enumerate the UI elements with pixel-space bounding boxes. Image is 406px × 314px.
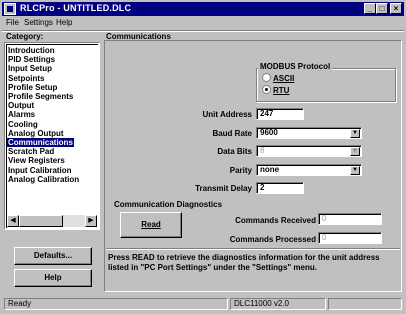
- category-item[interactable]: Analog Output: [7, 129, 65, 138]
- baud-rate-label: Baud Rate: [212, 129, 252, 138]
- category-item[interactable]: View Registers: [7, 156, 66, 165]
- scrollbar-thumb[interactable]: [19, 215, 63, 227]
- menu-settings[interactable]: Settings: [24, 18, 53, 27]
- status-bar: Ready DLC11000 v2.0: [2, 296, 404, 312]
- category-item[interactable]: Output: [7, 101, 35, 110]
- read-button[interactable]: Read: [120, 212, 182, 238]
- category-label: Category:: [6, 32, 44, 41]
- menu-help[interactable]: Help: [56, 18, 72, 27]
- diagnostics-description: Press READ to retrieve the diagnostics i…: [108, 253, 380, 272]
- diagnostics-title: Communication Diagnostics: [114, 200, 223, 209]
- radio-rtu-label: RTU: [273, 86, 290, 95]
- data-bits-value: 8: [260, 146, 265, 155]
- baud-rate-value: 9600: [260, 128, 278, 137]
- diagnostics-divider: [106, 248, 400, 250]
- category-item[interactable]: Input Setup: [7, 64, 53, 73]
- transmit-delay-label: Transmit Delay: [195, 184, 252, 193]
- menu-bar: File Settings Help: [2, 17, 404, 30]
- close-button[interactable]: ×: [390, 3, 402, 14]
- parity-label: Parity: [229, 166, 252, 175]
- category-item[interactable]: Scratch Pad: [7, 147, 55, 156]
- radio-rtu[interactable]: RTU: [262, 85, 289, 95]
- category-item[interactable]: Profile Segments: [7, 92, 74, 101]
- title-bar[interactable]: RLCPro - UNTITLED.DLC _ □ ×: [2, 2, 404, 16]
- application-window: RLCPro - UNTITLED.DLC _ □ × File Setting…: [0, 0, 406, 314]
- category-item[interactable]: Analog Calibration: [7, 175, 80, 184]
- data-bits-label: Data Bits: [217, 147, 252, 156]
- commands-processed-field: 0: [318, 232, 382, 244]
- maximize-button[interactable]: □: [376, 3, 388, 14]
- radio-ascii-indicator: [262, 73, 271, 82]
- scroll-right-icon[interactable]: ▶: [85, 215, 97, 227]
- parity-value: none: [260, 165, 280, 174]
- radio-ascii[interactable]: ASCII: [262, 73, 294, 83]
- transmit-delay-input[interactable]: 2: [256, 182, 304, 194]
- status-text: Ready: [4, 298, 228, 310]
- category-item[interactable]: Communications: [7, 138, 74, 147]
- menu-divider: [2, 30, 404, 32]
- category-item[interactable]: Introduction: [7, 46, 56, 55]
- help-button[interactable]: Help: [14, 269, 92, 287]
- radio-rtu-indicator: [262, 85, 271, 94]
- commands-processed-label: Commands Processed: [229, 235, 316, 244]
- category-item[interactable]: Cooling: [7, 120, 39, 129]
- category-item[interactable]: Input Calibration: [7, 166, 73, 175]
- category-item[interactable]: Setpoints: [7, 74, 45, 83]
- chevron-down-icon: ▼: [350, 147, 360, 156]
- status-empty-cell: [328, 298, 402, 310]
- window-title: RLCPro - UNTITLED.DLC: [20, 3, 132, 13]
- chevron-down-icon[interactable]: ▼: [350, 129, 360, 138]
- category-list[interactable]: Introduction PID Settings Input Setup Setpo…: [4, 42, 100, 230]
- category-item[interactable]: PID Settings: [7, 55, 56, 64]
- unit-address-label: Unit Address: [202, 110, 253, 119]
- app-icon[interactable]: [4, 3, 16, 15]
- baud-rate-select[interactable]: 9600 ▼: [256, 127, 362, 139]
- menu-file[interactable]: File: [6, 18, 19, 27]
- status-version: DLC11000 v2.0: [230, 298, 326, 310]
- data-bits-select: 8 ▼: [256, 145, 362, 157]
- minimize-button[interactable]: _: [364, 3, 376, 14]
- category-item[interactable]: Profile Setup: [7, 83, 58, 92]
- defaults-button[interactable]: Defaults...: [14, 247, 92, 265]
- commands-received-label: Commands Received: [235, 216, 316, 225]
- commands-received-field: 0: [318, 213, 382, 225]
- parity-select[interactable]: none ▼: [256, 164, 362, 176]
- horizontal-scrollbar[interactable]: ◀ ▶: [7, 215, 97, 227]
- chevron-down-icon[interactable]: ▼: [350, 166, 360, 175]
- protocol-group-title: MODBUS Protocol: [258, 62, 333, 71]
- radio-ascii-label: ASCII: [273, 74, 295, 83]
- scroll-left-icon[interactable]: ◀: [7, 215, 19, 227]
- unit-address-input[interactable]: 247: [256, 108, 304, 120]
- category-item[interactable]: Alarms: [7, 110, 36, 119]
